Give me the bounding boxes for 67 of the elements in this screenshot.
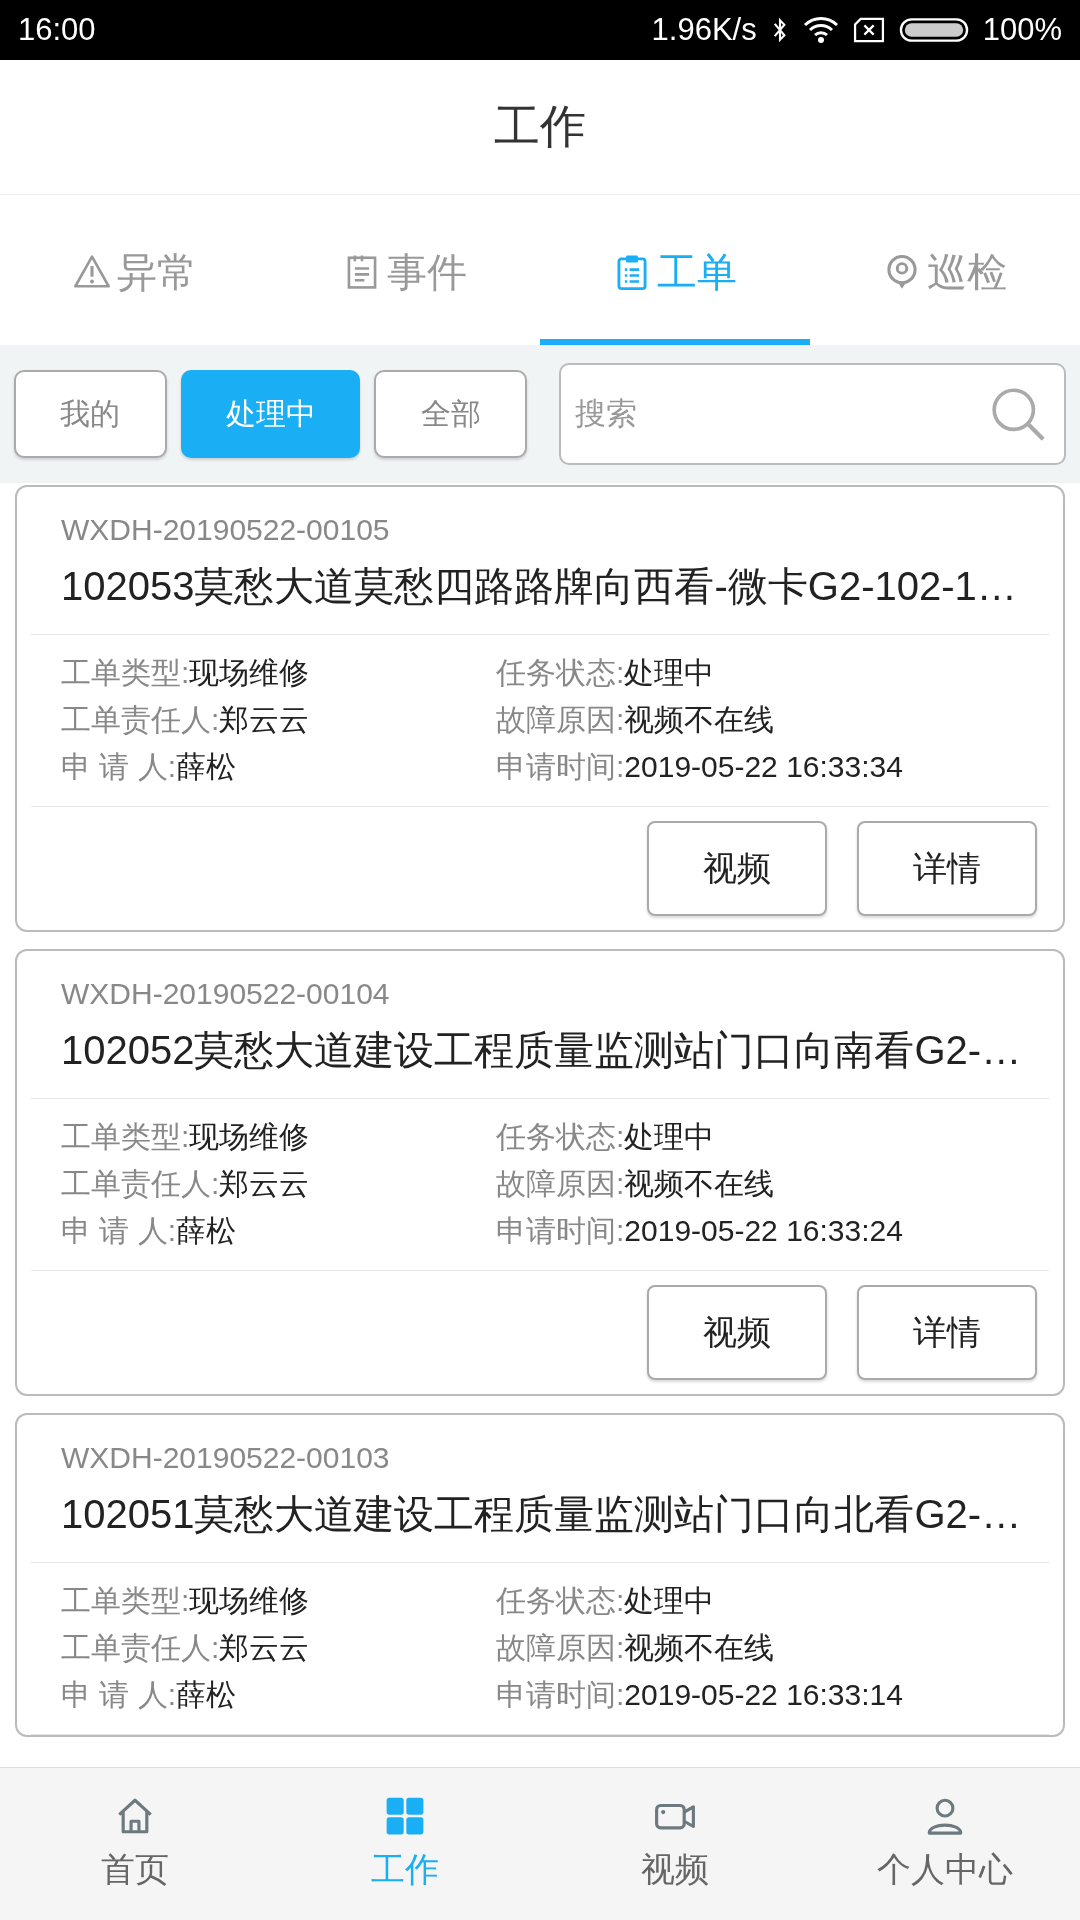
grid-icon [384, 1795, 426, 1837]
search-icon [990, 386, 1046, 442]
warning-icon [73, 253, 111, 291]
field-label: 申 请 人: [61, 750, 176, 783]
wifi-icon [802, 16, 839, 44]
field-value: 2019-05-22 16:33:14 [624, 1678, 903, 1711]
tab[interactable]: 异常 [0, 195, 270, 345]
field-label: 工单类型: [61, 1120, 190, 1153]
field-value: 薛松 [176, 1214, 236, 1247]
field-value: 薛松 [176, 750, 236, 783]
field-value: 郑云云 [219, 1631, 310, 1664]
field-label: 申请时间: [496, 1214, 625, 1247]
field-label: 故障原因: [496, 1167, 625, 1200]
field-label: 任务状态: [496, 1584, 625, 1617]
battery-icon [898, 16, 969, 44]
tab[interactable]: 巡检 [810, 195, 1080, 345]
field-label: 工单责任人: [61, 703, 220, 736]
field-value: 2019-05-22 16:33:34 [624, 750, 903, 783]
nav-item[interactable]: 首页 [0, 1768, 270, 1920]
action-button[interactable]: 详情 [857, 821, 1037, 916]
clock: 16:00 [18, 12, 96, 48]
field-label: 工单类型: [61, 656, 190, 689]
filter-button[interactable]: 我的 [14, 370, 167, 458]
field-label: 申 请 人: [61, 1214, 176, 1247]
field-label: 工单责任人: [61, 1167, 220, 1200]
field-value: 现场维修 [189, 1584, 310, 1617]
field-value: 郑云云 [219, 703, 310, 736]
order-title: 102052莫愁大道建设工程质量监测站门口向南看G2-… [61, 1027, 1022, 1074]
order-title: 102053莫愁大道莫愁四路路牌向西看-微卡G2-102-1… [61, 563, 1017, 610]
nav-item[interactable]: 个人中心 [810, 1768, 1080, 1920]
field-label: 申请时间: [496, 1678, 625, 1711]
action-button[interactable]: 视频 [647, 821, 827, 916]
order-number: WXDH-20190522-00105 [61, 513, 390, 547]
field-value: 郑云云 [219, 1167, 310, 1200]
field-label: 任务状态: [496, 1120, 625, 1153]
field-value: 薛松 [176, 1678, 236, 1711]
field-label: 工单责任人: [61, 1631, 220, 1664]
field-value: 现场维修 [189, 1120, 310, 1153]
network-speed: 1.96K/s [651, 12, 757, 48]
field-value: 视频不在线 [624, 703, 775, 736]
field-value: 处理中 [624, 656, 715, 689]
field-label: 申 请 人: [61, 1678, 176, 1711]
filter-button[interactable]: 全部 [374, 370, 527, 458]
no-sim-icon [852, 17, 885, 43]
field-value: 现场维修 [189, 656, 310, 689]
page-title: 工作 [494, 99, 586, 154]
action-button[interactable]: 详情 [857, 1285, 1037, 1380]
action-button[interactable]: 视频 [647, 1285, 827, 1380]
order-number: WXDH-20190522-00103 [61, 1441, 390, 1475]
field-value: 2019-05-22 16:33:24 [624, 1214, 903, 1247]
order-title: 102051莫愁大道建设工程质量监测站门口向北看G2-… [61, 1491, 1022, 1538]
field-value: 视频不在线 [624, 1167, 775, 1200]
field-value: 处理中 [624, 1120, 715, 1153]
order-number: WXDH-20190522-00104 [61, 977, 390, 1011]
filter-button[interactable]: 处理中 [180, 370, 361, 458]
field-label: 工单类型: [61, 1584, 190, 1617]
field-label: 申请时间: [496, 750, 625, 783]
field-label: 任务状态: [496, 656, 625, 689]
field-label: 故障原因: [496, 1631, 625, 1664]
field-label: 故障原因: [496, 703, 625, 736]
field-value: 视频不在线 [624, 1631, 775, 1664]
nav-item[interactable]: 工作 [270, 1768, 540, 1920]
field-value: 处理中 [624, 1584, 715, 1617]
search-field[interactable]: 搜索 [559, 363, 1066, 465]
nav-item[interactable]: 视频 [540, 1768, 810, 1920]
battery-percent: 100% [982, 12, 1062, 48]
tab[interactable]: 事件 [270, 195, 540, 345]
